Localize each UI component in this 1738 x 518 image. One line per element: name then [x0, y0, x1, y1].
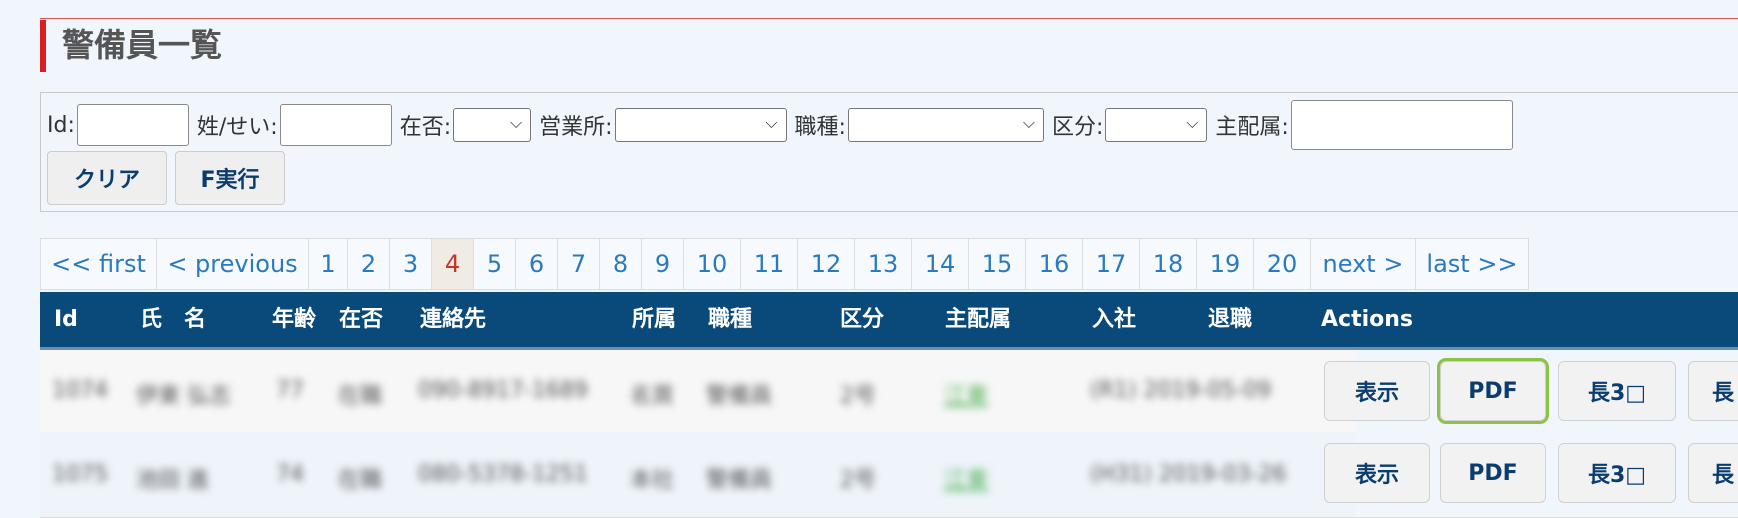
chevron-down-icon: ⌵ [509, 113, 523, 132]
col-office[interactable]: 所属 [632, 292, 676, 348]
page-link[interactable]: 13 [854, 238, 912, 290]
page-link[interactable]: 12 [797, 238, 855, 290]
cell-age: 74 [276, 462, 304, 487]
cell-name: 伊東 弘志 [136, 384, 231, 409]
page-link[interactable]: 10 [683, 238, 741, 290]
view-button[interactable]: 表示 [1324, 361, 1430, 421]
more-button[interactable]: 長 [1688, 361, 1738, 421]
col-status[interactable]: 在否 [339, 292, 383, 348]
page-next[interactable]: next > [1310, 238, 1416, 290]
table-header: Id 氏 名 年齢 在否 連絡先 所属 職種 区分 主配属 入社 退職 Acti… [40, 292, 1738, 350]
cell-office: 本社 [630, 468, 675, 493]
cell-name: 池田 進 [136, 468, 209, 493]
page-link[interactable]: 17 [1082, 238, 1140, 290]
page-last[interactable]: last >> [1415, 238, 1529, 290]
page-link[interactable]: 19 [1196, 238, 1254, 290]
cell-category: 2号 [840, 384, 876, 409]
page-link[interactable]: 18 [1139, 238, 1197, 290]
cell-job: 警備員 [706, 468, 773, 493]
page-link[interactable]: 14 [911, 238, 969, 290]
chevron-down-icon: ⌵ [765, 113, 778, 132]
cell-main-link[interactable]: 江東 [944, 462, 988, 494]
table-row: 1075 池田 進 74 在職 080-5378-1251 本社 警備員 2号 … [40, 432, 1738, 518]
category-select[interactable]: ⌵ [1105, 108, 1208, 142]
cell-status: 在職 [338, 468, 383, 493]
cell-job: 警備員 [706, 384, 773, 409]
header-divider [40, 18, 1738, 19]
page-title: 警備員一覧 [62, 26, 223, 64]
col-main[interactable]: 主配属 [945, 292, 1011, 348]
more-button[interactable]: 長 [1688, 443, 1738, 503]
cell-contact: 080-5378-1251 [418, 462, 588, 487]
page-link[interactable]: 11 [740, 238, 798, 290]
main-input[interactable] [1290, 100, 1513, 150]
chevron-down-icon: ⌵ [1022, 113, 1035, 132]
col-actions: Actions [1321, 307, 1413, 332]
cell-id: 1074 [52, 378, 108, 403]
pagination: << first < previous 1 2 3 4 5 6 7 8 9 10… [40, 238, 1529, 290]
id-input[interactable] [76, 104, 189, 146]
envelope-button[interactable]: 長3□ [1558, 443, 1676, 503]
envelope-button[interactable]: 長3□ [1558, 361, 1676, 421]
col-category[interactable]: 区分 [840, 292, 884, 348]
cell-main-link[interactable]: 江東 [944, 378, 988, 410]
col-name[interactable]: 氏 名 [140, 292, 206, 348]
office-select[interactable]: ⌵ [614, 108, 787, 142]
run-filter-button[interactable]: F実行 [175, 151, 285, 205]
page-link[interactable]: 5 [473, 238, 516, 290]
col-left[interactable]: 退職 [1208, 292, 1252, 348]
office-label: 営業所: [539, 115, 613, 140]
cell-age: 77 [276, 378, 304, 403]
page-link[interactable]: 9 [641, 238, 684, 290]
cell-office: 名買 [630, 384, 675, 409]
col-id[interactable]: Id [54, 292, 78, 348]
pdf-button[interactable]: PDF [1440, 361, 1546, 421]
cell-joined: (R1) 2019-05-09 [1090, 378, 1272, 403]
filter-panel: Id: 姓/せい: 在否: ⌵ 営業所: ⌵ 職種: ⌵ 区分: ⌵ 主配属: … [40, 92, 1738, 212]
col-age[interactable]: 年齢 [272, 292, 316, 348]
page-link[interactable]: 16 [1025, 238, 1083, 290]
filter-buttons: クリア F実行 [47, 151, 285, 205]
cell-id: 1075 [52, 462, 108, 487]
job-label: 職種: [794, 115, 846, 140]
page-link[interactable]: 3 [389, 238, 432, 290]
col-contact[interactable]: 連絡先 [420, 292, 486, 348]
status-label: 在否: [399, 115, 452, 140]
job-select[interactable]: ⌵ [847, 108, 1044, 142]
page-link[interactable]: 15 [968, 238, 1026, 290]
clear-button[interactable]: クリア [47, 151, 167, 205]
cell-status: 在職 [338, 384, 383, 409]
status-select[interactable]: ⌵ [453, 108, 532, 142]
page-first[interactable]: << first [40, 238, 157, 290]
cell-joined: (H31) 2019-03-26 [1090, 462, 1287, 487]
page-link[interactable]: 7 [557, 238, 600, 290]
filter-row: Id: 姓/せい: 在否: ⌵ 営業所: ⌵ 職種: ⌵ 区分: ⌵ 主配属: [47, 100, 1521, 150]
view-button[interactable]: 表示 [1324, 443, 1430, 503]
page-link[interactable]: 1 [308, 238, 348, 290]
table-row: 1074 伊東 弘志 77 在職 090-8917-1689 名買 警備員 2号… [40, 350, 1738, 433]
page-link[interactable]: 6 [515, 238, 558, 290]
chevron-down-icon: ⌵ [1186, 113, 1199, 132]
cell-contact: 090-8917-1689 [418, 378, 588, 403]
col-joined[interactable]: 入社 [1092, 292, 1136, 348]
title-accent-bar [40, 20, 46, 72]
page-link[interactable]: 8 [599, 238, 642, 290]
name-input[interactable] [279, 104, 392, 146]
col-job[interactable]: 職種 [708, 292, 752, 348]
id-label: Id: [47, 112, 75, 138]
page-link[interactable]: 2 [347, 238, 390, 290]
category-label: 区分: [1051, 115, 1104, 140]
page-previous[interactable]: < previous [156, 238, 309, 290]
cell-category: 2号 [840, 468, 876, 493]
pdf-button[interactable]: PDF [1440, 443, 1546, 503]
page-link-current[interactable]: 4 [431, 238, 474, 290]
page-link[interactable]: 20 [1253, 238, 1311, 290]
main-label: 主配属: [1215, 115, 1289, 140]
name-label: 姓/せい: [196, 115, 278, 140]
